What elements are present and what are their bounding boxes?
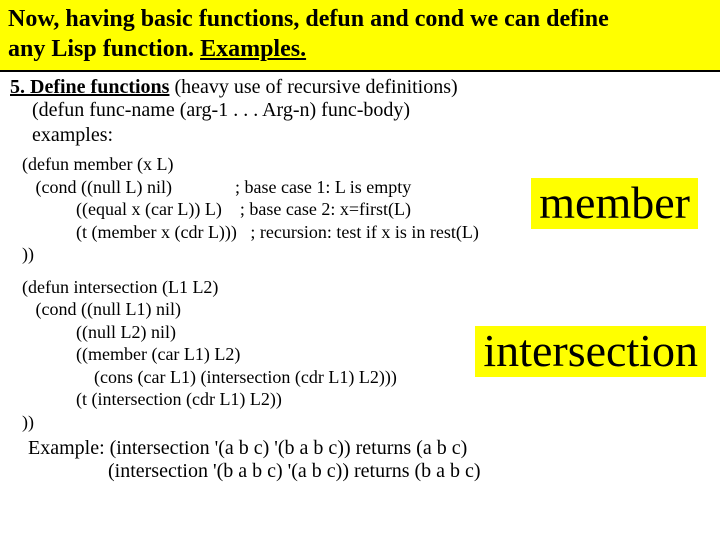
header-line2: any Lisp function. Examples. bbox=[8, 34, 712, 64]
code-text: (cond ((null L) nil) bbox=[22, 177, 235, 197]
code-text: ((equal x (car L)) L) bbox=[22, 199, 240, 219]
defun-syntax: (defun func-name (arg-1 . . . Arg-n) fun… bbox=[32, 99, 710, 122]
examples-label: examples: bbox=[32, 124, 710, 147]
example-output-2: (intersection '(b a b c) '(a b c)) retur… bbox=[108, 460, 710, 483]
code-comment: ; recursion: test if x is in rest(L) bbox=[250, 222, 478, 242]
section-number: 5. Define functions bbox=[10, 76, 169, 98]
code-line: )) bbox=[22, 243, 710, 266]
member-badge: member bbox=[531, 178, 698, 229]
code-line: )) bbox=[22, 411, 710, 434]
header-line1: Now, having basic functions, defun and c… bbox=[8, 4, 712, 34]
section-heading: 5. Define functions (heavy use of recurs… bbox=[10, 76, 710, 99]
section-paren: (heavy use of recursive definitions) bbox=[169, 76, 457, 98]
slide-header: Now, having basic functions, defun and c… bbox=[0, 0, 720, 71]
code-comment: ; base case 1: L is empty bbox=[235, 177, 411, 197]
code-text: (t (member x (cdr L))) bbox=[22, 222, 250, 242]
example-output-1: Example: (intersection '(a b c) '(b a b … bbox=[28, 437, 710, 460]
code-comment: ; base case 2: x=first(L) bbox=[240, 199, 411, 219]
code-line: (defun intersection (L1 L2) bbox=[22, 276, 710, 299]
examples-link: Examples. bbox=[200, 36, 306, 62]
slide-content: 5. Define functions (heavy use of recurs… bbox=[0, 71, 720, 483]
code-line: (defun member (x L) bbox=[22, 153, 710, 176]
header-line2-prefix: any Lisp function. bbox=[8, 36, 200, 62]
intersection-badge: intersection bbox=[475, 326, 706, 377]
code-line: (cond ((null L1) nil) bbox=[22, 298, 710, 321]
code-line: (t (intersection (cdr L1) L2)) bbox=[22, 388, 710, 411]
